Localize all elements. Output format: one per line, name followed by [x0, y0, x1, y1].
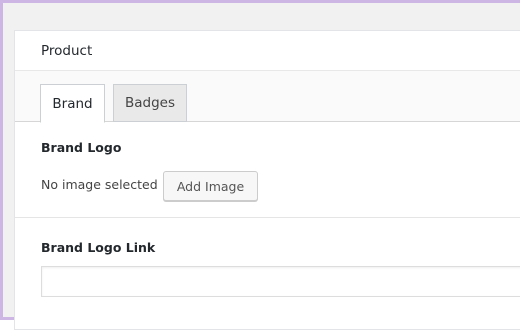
metabox-header: Product: [15, 31, 520, 71]
tab-bar: Brand Badges: [15, 71, 520, 123]
add-image-button[interactable]: Add Image: [163, 171, 258, 201]
tab-brand[interactable]: Brand: [40, 84, 105, 123]
product-metabox: Product Brand Badges Brand Logo No image…: [14, 30, 520, 330]
brand-logo-section: Brand Logo No image selected Add Image: [15, 122, 520, 218]
brand-logo-label: Brand Logo: [41, 140, 122, 155]
brand-logo-link-label: Brand Logo Link: [41, 240, 156, 255]
tab-badges-label: Badges: [124, 95, 175, 111]
brand-logo-link-input[interactable]: [41, 266, 520, 297]
brand-logo-link-section: Brand Logo Link: [15, 218, 520, 328]
tab-brand-label: Brand: [52, 95, 93, 112]
no-image-status: No image selected: [41, 177, 158, 192]
metabox-title: Product: [41, 42, 93, 59]
tab-badges[interactable]: Badges: [113, 84, 187, 122]
